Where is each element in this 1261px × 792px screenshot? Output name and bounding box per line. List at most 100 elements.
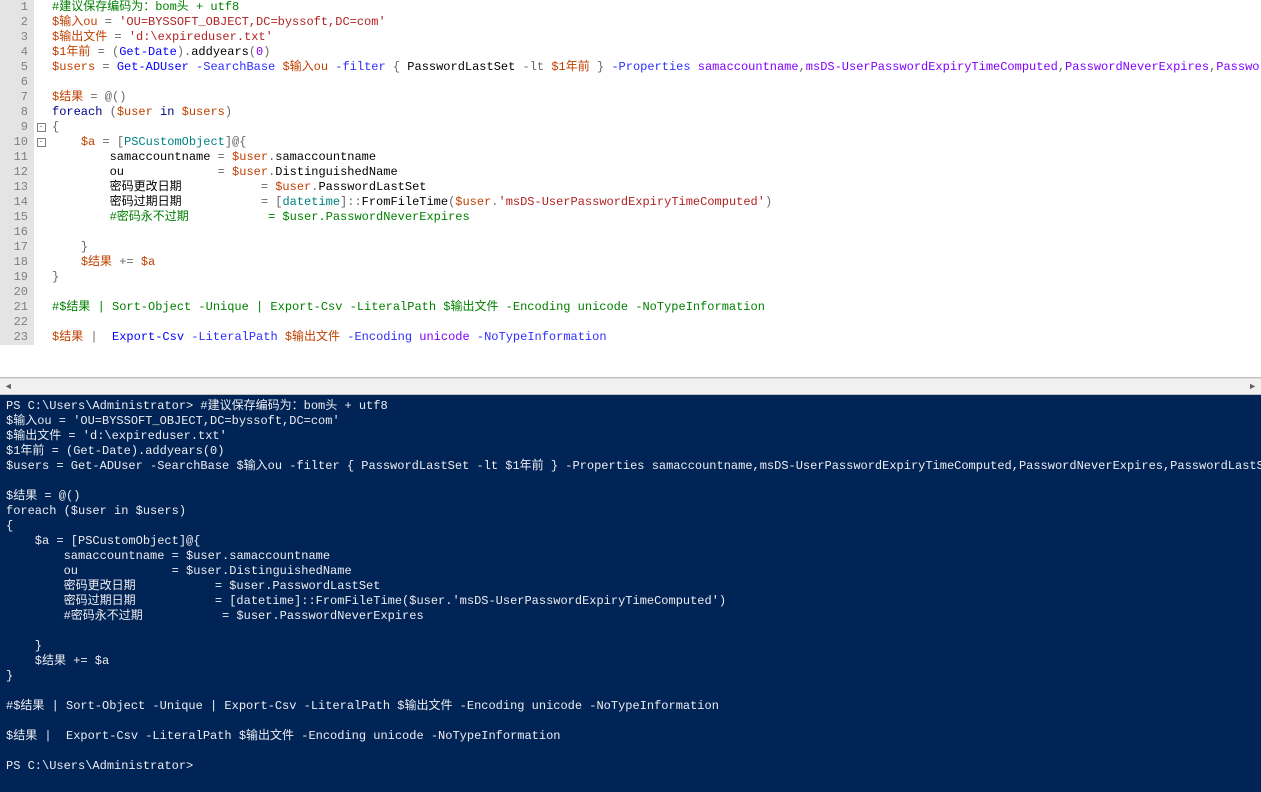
code-line[interactable] xyxy=(52,75,1261,90)
code-token: = xyxy=(218,150,232,164)
code-token: Get-ADUser xyxy=(117,60,189,74)
code-line[interactable]: $结果 | Export-Csv -LiteralPath $输出文件 -Enc… xyxy=(52,330,1261,345)
code-line[interactable]: { xyxy=(52,120,1261,135)
terminal-line: 密码过期日期 = [datetime]::FromFileTime($user.… xyxy=(6,594,1255,609)
fold-marker xyxy=(34,105,48,120)
code-line[interactable]: $输出文件 = 'd:\expireduser.txt' xyxy=(52,30,1261,45)
code-token: DistinguishedName xyxy=(275,165,397,179)
code-token: 'd:\expireduser.txt' xyxy=(129,30,273,44)
code-token: . xyxy=(491,195,498,209)
code-token: ). xyxy=(177,45,191,59)
terminal-line: $结果 += $a xyxy=(6,654,1255,669)
code-token: $输入ou xyxy=(282,60,328,74)
fold-marker xyxy=(34,210,48,225)
code-token: PSCustomObject xyxy=(124,135,225,149)
fold-marker xyxy=(34,285,48,300)
code-token: $结果 xyxy=(52,90,83,104)
line-number: 8 xyxy=(0,105,28,120)
line-number: 3 xyxy=(0,30,28,45)
terminal-line: $结果 = @() xyxy=(6,489,1255,504)
code-line[interactable] xyxy=(52,285,1261,300)
code-token: Export-Csv xyxy=(112,330,184,344)
fold-marker[interactable]: - xyxy=(34,135,48,150)
fold-toggle-icon[interactable]: - xyxy=(37,123,46,132)
code-line[interactable]: $a = [PSCustomObject]@{ xyxy=(52,135,1261,150)
fold-marker xyxy=(34,300,48,315)
code-token: | xyxy=(83,330,112,344)
line-number: 14 xyxy=(0,195,28,210)
code-token: $users xyxy=(182,105,225,119)
code-line[interactable] xyxy=(52,315,1261,330)
code-token: = [ xyxy=(95,135,124,149)
code-line[interactable]: ou = $user.DistinguishedName xyxy=(52,165,1261,180)
code-token: PasswordLastSet xyxy=(407,60,522,74)
code-token: , xyxy=(1058,60,1065,74)
code-line[interactable]: foreach ($user in $users) xyxy=(52,105,1261,120)
code-line[interactable]: 密码过期日期 = [datetime]::FromFileTime($user.… xyxy=(52,195,1261,210)
terminal-line: samaccountname = $user.samaccountname xyxy=(6,549,1255,564)
code-line[interactable]: samaccountname = $user.samaccountname xyxy=(52,150,1261,165)
code-token: ]:: xyxy=(340,195,362,209)
line-number: 18 xyxy=(0,255,28,270)
line-number: 19 xyxy=(0,270,28,285)
code-line[interactable] xyxy=(52,225,1261,240)
terminal-line xyxy=(6,474,1255,489)
code-line[interactable]: #$结果 | Sort-Object -Unique | Export-Csv … xyxy=(52,300,1261,315)
code-line[interactable]: $结果 += $a xyxy=(52,255,1261,270)
code-line[interactable]: 密码更改日期 = $user.PasswordLastSet xyxy=(52,180,1261,195)
line-number: 23 xyxy=(0,330,28,345)
code-line[interactable]: #建议保存编码为：bom头 + utf8 xyxy=(52,0,1261,15)
fold-marker[interactable]: - xyxy=(34,120,48,135)
fold-toggle-icon[interactable]: - xyxy=(37,138,46,147)
code-area[interactable]: #建议保存编码为：bom头 + utf8$输入ou = 'OU=BYSSOFT_… xyxy=(48,0,1261,345)
code-token: $user xyxy=(455,195,491,209)
code-token: ]@{ xyxy=(225,135,261,149)
code-token: -NoTypeInformation xyxy=(470,330,607,344)
fold-marker xyxy=(34,45,48,60)
code-token: ) xyxy=(225,105,232,119)
code-editor-pane[interactable]: 1234567891011121314151617181920212223 --… xyxy=(0,0,1261,378)
code-token: $输入ou xyxy=(52,15,98,29)
scroll-right-icon[interactable]: ► xyxy=(1244,379,1261,394)
horizontal-scrollbar[interactable]: ◄ ► xyxy=(0,378,1261,395)
code-token: #建议保存编码为：bom头 + utf8 xyxy=(52,0,239,14)
code-token: 密码过期日期 xyxy=(52,195,261,209)
terminal-line: $输入ou = 'OU=BYSSOFT_OBJECT,DC=byssoft,DC… xyxy=(6,414,1255,429)
line-number: 11 xyxy=(0,150,28,165)
code-token: samaccountname xyxy=(52,150,218,164)
terminal-pane[interactable]: PS C:\Users\Administrator> #建议保存编码为：bom头… xyxy=(0,395,1261,792)
code-token: { xyxy=(52,120,59,134)
code-line[interactable]: $users = Get-ADUser -SearchBase $输入ou -f… xyxy=(52,60,1261,75)
code-token: foreach xyxy=(52,105,102,119)
code-token: -SearchBase xyxy=(189,60,283,74)
code-token: } xyxy=(52,270,59,284)
terminal-line: PS C:\Users\Administrator> #建议保存编码为：bom头… xyxy=(6,399,1255,414)
code-token: 'msDS-UserPasswordExpiryTimeComputed' xyxy=(499,195,765,209)
code-token: } xyxy=(590,60,612,74)
terminal-line xyxy=(6,744,1255,759)
scroll-left-icon[interactable]: ◄ xyxy=(0,379,17,394)
terminal-line: ou = $user.DistinguishedName xyxy=(6,564,1255,579)
code-token: { xyxy=(386,60,408,74)
code-token: #$结果 | Sort-Object -Unique | Export-Csv … xyxy=(52,300,765,314)
fold-column[interactable]: -- xyxy=(34,0,48,345)
line-number: 16 xyxy=(0,225,28,240)
fold-marker xyxy=(34,330,48,345)
line-number: 15 xyxy=(0,210,28,225)
code-token: += xyxy=(112,255,141,269)
code-line[interactable]: $结果 = @() xyxy=(52,90,1261,105)
terminal-line: $users = Get-ADUser -SearchBase $输入ou -f… xyxy=(6,459,1255,474)
code-line[interactable]: } xyxy=(52,270,1261,285)
code-token: = xyxy=(107,30,129,44)
code-line[interactable]: #密码永不过期 = $user.PasswordNeverExpires xyxy=(52,210,1261,225)
code-token: datetime xyxy=(282,195,340,209)
code-token: = xyxy=(90,45,112,59)
line-number: 20 xyxy=(0,285,28,300)
code-line[interactable]: $输入ou = 'OU=BYSSOFT_OBJECT,DC=byssoft,DC… xyxy=(52,15,1261,30)
code-line[interactable]: $1年前 = (Get-Date).addyears(0) xyxy=(52,45,1261,60)
code-line[interactable]: } xyxy=(52,240,1261,255)
fold-marker xyxy=(34,180,48,195)
line-number: 9 xyxy=(0,120,28,135)
code-token: $a xyxy=(141,255,155,269)
code-token xyxy=(52,135,81,149)
